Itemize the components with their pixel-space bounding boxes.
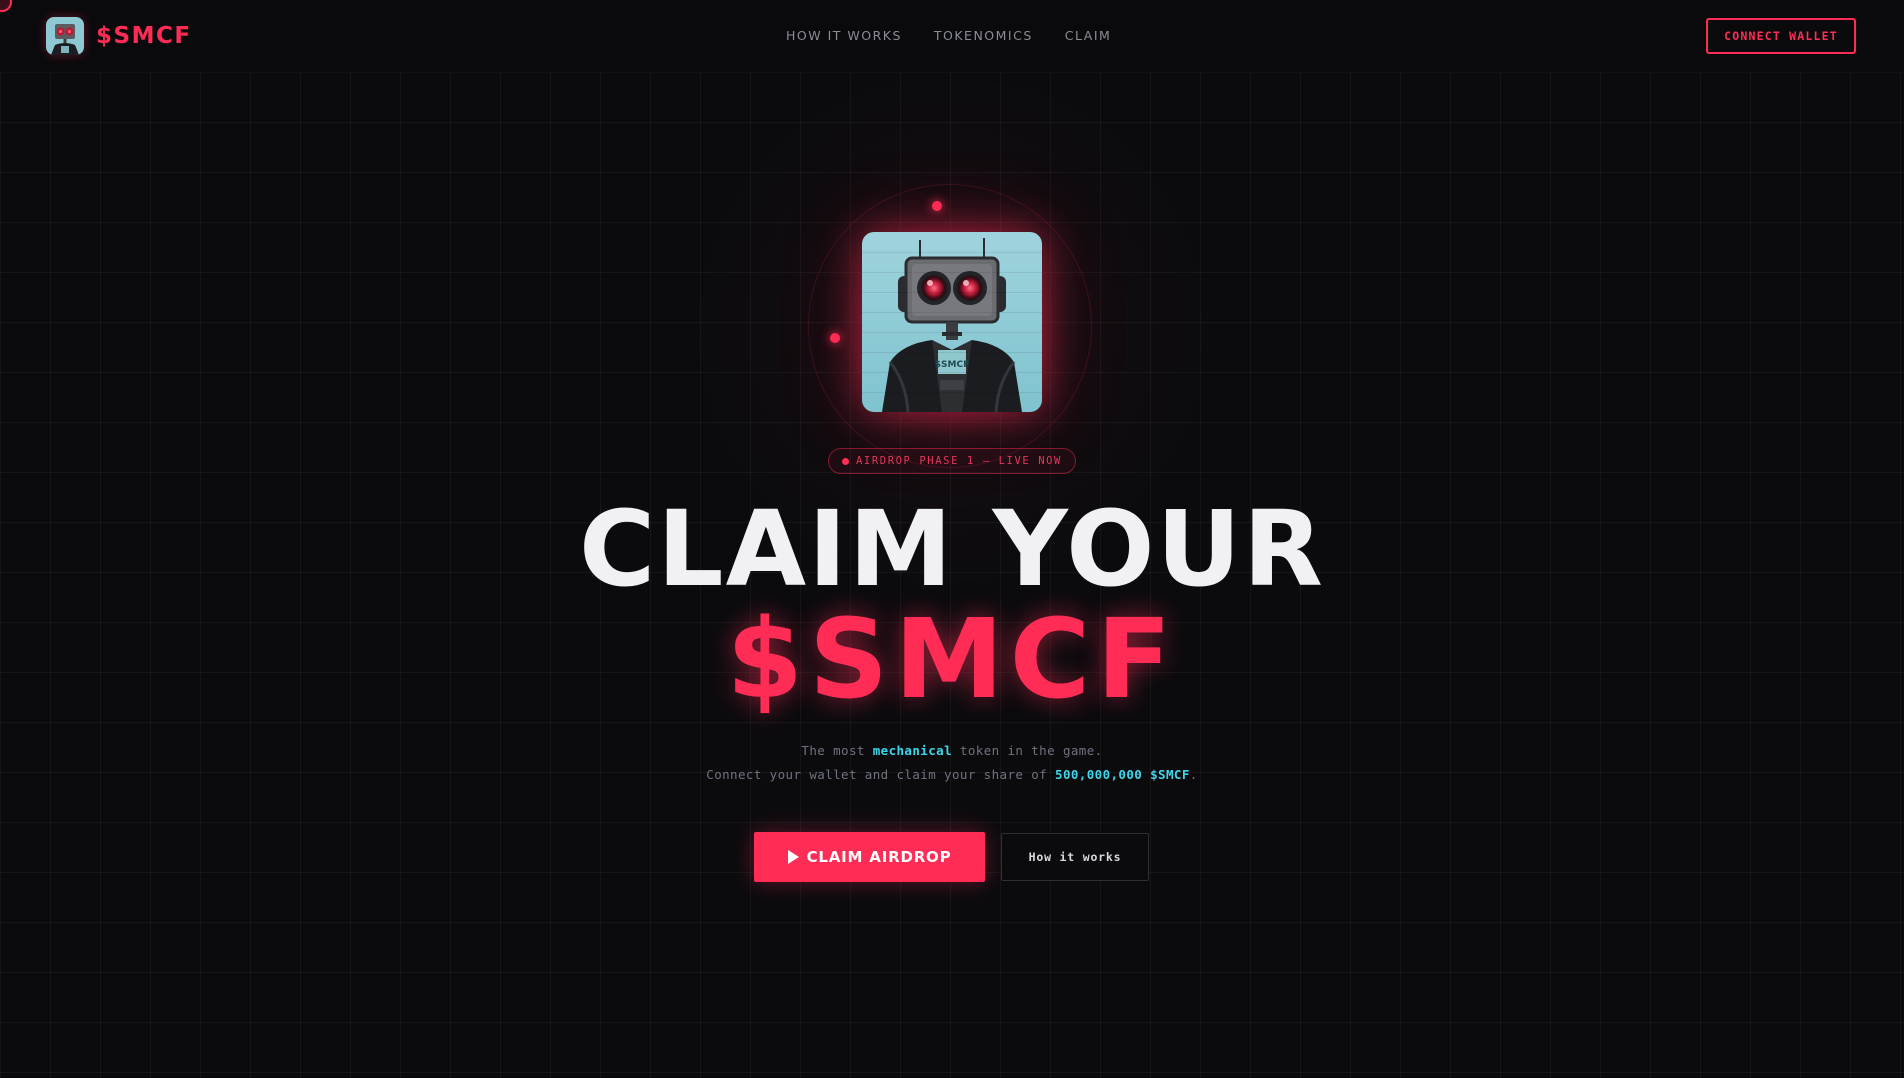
subtitle-text: The most [801, 743, 873, 758]
airdrop-status-badge: AIRDROP PHASE 1 — LIVE NOW [828, 448, 1076, 474]
hero-title-line-1: CLAIM YOUR [578, 488, 1326, 610]
corner-indicator-icon [0, 0, 12, 12]
supply-highlight: 500,000,000 $SMCF [1055, 767, 1190, 782]
hero-subtitle-line-1: The most mechanical token in the game. [0, 743, 1904, 758]
main-nav: HOW IT WORKS TOKENOMICS CLAIM [786, 28, 1111, 43]
nav-item-how-it-works[interactable]: HOW IT WORKS [786, 28, 902, 43]
brand[interactable]: $SMCF [46, 16, 192, 56]
orbit-dot-left [830, 333, 840, 343]
claim-airdrop-button[interactable]: CLAIM AIRDROP [754, 832, 985, 882]
brand-name: $SMCF [96, 23, 192, 49]
play-icon [787, 850, 799, 864]
subtitle-highlight: mechanical [872, 743, 952, 758]
airdrop-status-text: AIRDROP PHASE 1 — LIVE NOW [856, 455, 1062, 467]
robot-logo-icon [46, 17, 84, 55]
orbit-dot-top [932, 201, 942, 211]
nav-item-claim[interactable]: CLAIM [1065, 28, 1112, 43]
page: $SMCF HOW IT WORKS TOKENOMICS CLAIM CONN… [0, 0, 1904, 1078]
hero-subtitle-line-2: Connect your wallet and claim your share… [0, 767, 1904, 782]
robot-avatar: $SMCF [862, 232, 1042, 412]
avatar-chest-label: $SMCF [935, 360, 969, 370]
connect-wallet-button[interactable]: CONNECT WALLET [1706, 18, 1856, 54]
subtitle-text: token in the game. [952, 743, 1103, 758]
how-it-works-button[interactable]: How it works [1001, 833, 1149, 881]
nav-item-tokenomics[interactable]: TOKENOMICS [934, 28, 1033, 43]
claim-airdrop-label: CLAIM AIRDROP [806, 848, 952, 866]
top-bar: $SMCF HOW IT WORKS TOKENOMICS CLAIM CONN… [0, 0, 1904, 73]
hero-title-line-2: $SMCF [726, 595, 1178, 723]
subtitle-text: . [1189, 767, 1198, 782]
subtitle-text: Connect your wallet and claim your share… [706, 767, 1056, 782]
live-dot-icon [842, 457, 850, 465]
